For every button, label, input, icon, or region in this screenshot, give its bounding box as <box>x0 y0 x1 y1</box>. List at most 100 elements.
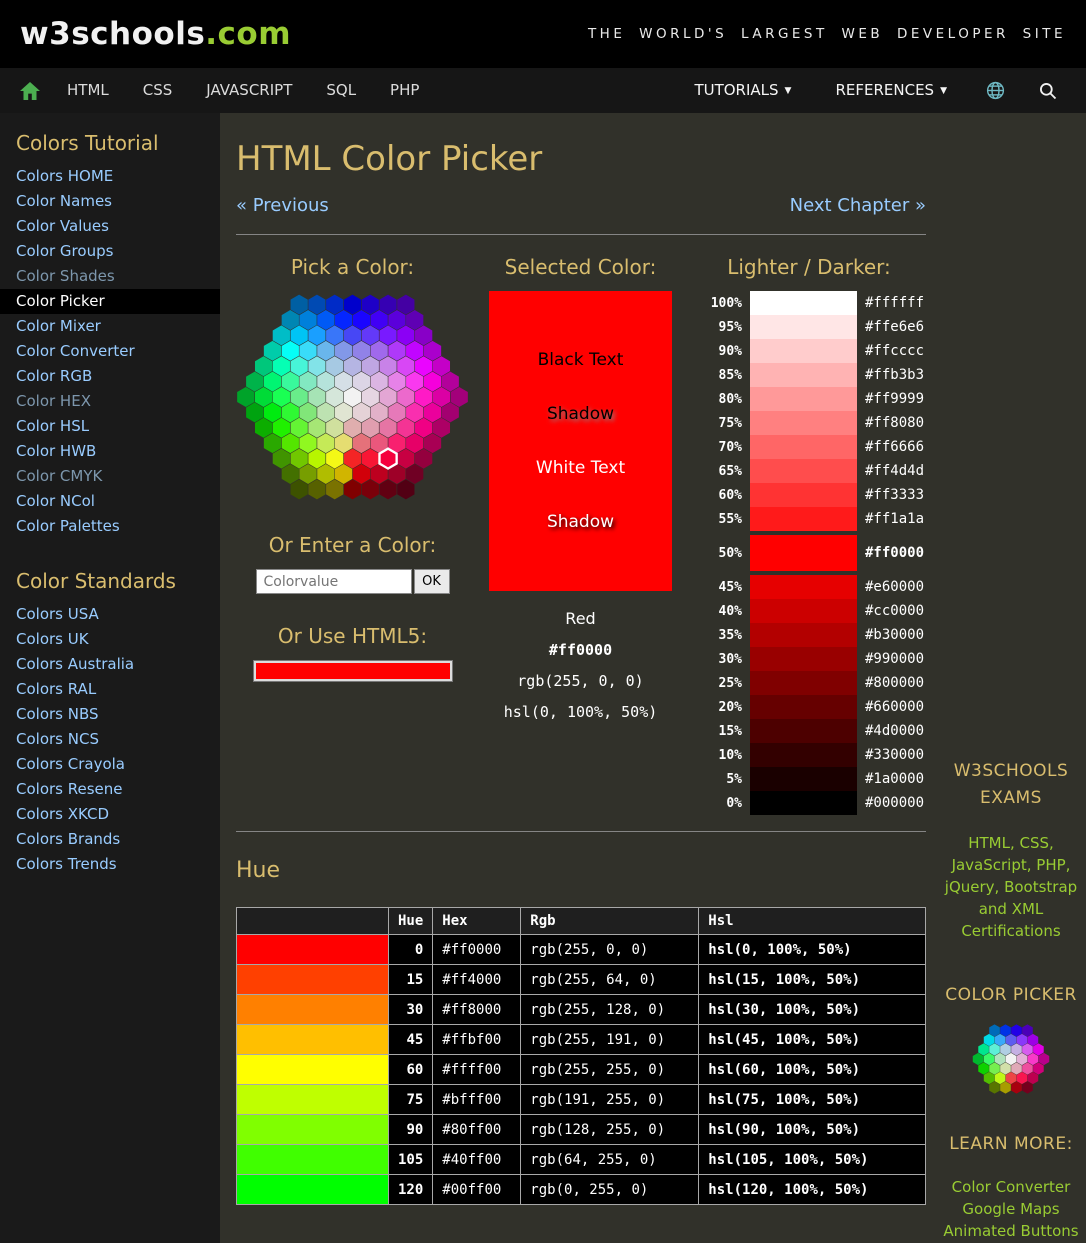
shade-swatch[interactable] <box>750 363 857 387</box>
sidebar-item[interactable]: Color RGB <box>0 364 220 389</box>
site-tagline: THE WORLD'S LARGEST WEB DEVELOPER SITE <box>588 26 1066 42</box>
shade-row: 35% #b30000 <box>692 623 926 647</box>
sidebar-item[interactable]: Color Converter <box>0 339 220 364</box>
sidebar-item[interactable]: Color HSL <box>0 414 220 439</box>
sidebar-item[interactable]: Colors UK <box>0 627 220 652</box>
shade-row: 90% #ffcccc <box>692 339 926 363</box>
shade-swatch[interactable] <box>750 339 857 363</box>
sidebar-item[interactable]: Color Shades <box>0 264 220 289</box>
shade-list: 100% #ffffff 95% #ffe6e6 <box>692 291 926 815</box>
sidebar-item[interactable]: Colors USA <box>0 602 220 627</box>
sidebar-item[interactable]: Color Picker <box>0 289 220 314</box>
hsl-value-link[interactable]: hsl(15, 100%, 50%) <box>699 965 926 995</box>
learn-more-link[interactable]: Animated Buttons <box>936 1220 1086 1242</box>
sidebar-item[interactable]: Colors HOME <box>0 164 220 189</box>
hsl-value-link[interactable]: hsl(120, 100%, 50%) <box>699 1175 926 1205</box>
hue-header-row: Hue Hex Rgb Hsl <box>237 908 926 935</box>
tutorials-menu[interactable]: TUTORIALS▼ <box>672 68 813 114</box>
shade-swatch[interactable] <box>750 695 857 719</box>
shade-swatch[interactable] <box>750 647 857 671</box>
sidebar-item[interactable]: Colors Resene <box>0 777 220 802</box>
home-icon-link[interactable] <box>12 79 50 103</box>
shade-swatch[interactable] <box>750 719 857 743</box>
sidebar-item[interactable]: Colors Trends <box>0 852 220 877</box>
sidebar-item[interactable]: Color Groups <box>0 239 220 264</box>
selected-color-column: Selected Color: Black Text Shadow White … <box>489 239 672 815</box>
shade-swatch[interactable] <box>750 767 857 791</box>
sidebar-item[interactable]: Color CMYK <box>0 464 220 489</box>
hsl-value-link[interactable]: hsl(90, 100%, 50%) <box>699 1115 926 1145</box>
next-chapter-link[interactable]: Next Chapter » <box>790 195 926 216</box>
shade-hex: #4d0000 <box>865 723 924 739</box>
ok-button[interactable]: OK <box>414 569 450 594</box>
logo[interactable]: w3schools.com <box>20 16 291 52</box>
shade-swatch[interactable] <box>750 483 857 507</box>
shade-swatch[interactable] <box>750 623 857 647</box>
sidebar-item[interactable]: Color NCol <box>0 489 220 514</box>
sidebar-item[interactable]: Colors Brands <box>0 827 220 852</box>
shade-swatch[interactable] <box>750 507 857 531</box>
shade-swatch[interactable] <box>750 291 857 315</box>
shade-swatch[interactable] <box>750 387 857 411</box>
shade-swatch[interactable] <box>750 671 857 695</box>
references-menu[interactable]: REFERENCES▼ <box>813 68 969 114</box>
sidebar-item[interactable]: Colors RAL <box>0 677 220 702</box>
color-value-input[interactable] <box>256 569 412 594</box>
nav-link[interactable]: HTML <box>50 68 126 113</box>
shade-swatch[interactable] <box>750 315 857 339</box>
sidebar-item[interactable]: Colors NBS <box>0 702 220 727</box>
hsl-value-link[interactable]: hsl(45, 100%, 50%) <box>699 1025 926 1055</box>
sidebar-item[interactable]: Color Values <box>0 214 220 239</box>
hsl-value-link[interactable]: hsl(105, 100%, 50%) <box>699 1145 926 1175</box>
hue-swatch <box>237 1085 389 1115</box>
hsl-value-link[interactable]: hsl(30, 100%, 50%) <box>699 995 926 1025</box>
learn-more-link[interactable]: Google Maps <box>936 1198 1086 1220</box>
shade-swatch[interactable] <box>750 599 857 623</box>
nav-link[interactable]: CSS <box>126 68 190 113</box>
sidebar-item[interactable]: Color Names <box>0 189 220 214</box>
sidebar-item[interactable]: Color HEX <box>0 389 220 414</box>
page-title: HTML Color Picker <box>236 139 926 179</box>
hsl-value-link[interactable]: hsl(0, 100%, 50%) <box>699 935 926 965</box>
learn-more-link[interactable]: Color Converter <box>936 1176 1086 1198</box>
hex-value: #00ff00 <box>433 1175 521 1205</box>
sidebar-item[interactable]: Colors Australia <box>0 652 220 677</box>
color-hexagon-map[interactable] <box>236 291 469 503</box>
search-icon <box>1038 81 1058 101</box>
shade-row: 30% #990000 <box>692 647 926 671</box>
hue-row: 120 #00ff00 rgb(0, 255, 0) hsl(120, 100%… <box>237 1175 926 1205</box>
html5-color-input[interactable] <box>253 660 453 682</box>
nav-link[interactable]: JAVASCRIPT <box>189 68 309 113</box>
translate-globe-button[interactable] <box>969 80 1022 101</box>
search-button[interactable] <box>1022 81 1074 101</box>
sidebar-item[interactable]: Colors NCS <box>0 727 220 752</box>
pager: « Previous Next Chapter » <box>236 195 926 216</box>
shade-swatch[interactable] <box>750 575 857 599</box>
color-picker-thumbnail[interactable] <box>972 1023 1050 1095</box>
nav-link[interactable]: PHP <box>373 68 436 113</box>
nav-link[interactable]: SQL <box>309 68 373 113</box>
sidebar-item[interactable]: Color Palettes <box>0 514 220 539</box>
shade-percent: 100% <box>692 296 742 311</box>
shade-percent: 35% <box>692 628 742 643</box>
shade-hex: #ff8080 <box>865 415 924 431</box>
shade-hex: #ffb3b3 <box>865 367 924 383</box>
shade-swatch[interactable] <box>750 791 857 815</box>
sidebar-item[interactable]: Colors Crayola <box>0 752 220 777</box>
hue-row: 0 #ff0000 rgb(255, 0, 0) hsl(0, 100%, 50… <box>237 935 926 965</box>
logo-accent: .com <box>205 16 291 52</box>
hsl-value-link[interactable]: hsl(75, 100%, 50%) <box>699 1085 926 1115</box>
shade-row: 80% #ff9999 <box>692 387 926 411</box>
shade-swatch[interactable] <box>750 411 857 435</box>
certifications-link[interactable]: HTML, CSS, JavaScript, PHP, jQuery, Boot… <box>936 832 1086 942</box>
sidebar-item[interactable]: Colors XKCD <box>0 802 220 827</box>
shade-swatch[interactable] <box>750 535 857 571</box>
sidebar-item[interactable]: Color HWB <box>0 439 220 464</box>
hsl-value-link[interactable]: hsl(60, 100%, 50%) <box>699 1055 926 1085</box>
shade-swatch[interactable] <box>750 459 857 483</box>
previous-link[interactable]: « Previous <box>236 195 329 216</box>
shade-swatch[interactable] <box>750 435 857 459</box>
shade-swatch[interactable] <box>750 743 857 767</box>
sidebar-item[interactable]: Color Mixer <box>0 314 220 339</box>
black-text-sample: Black Text <box>538 350 624 370</box>
